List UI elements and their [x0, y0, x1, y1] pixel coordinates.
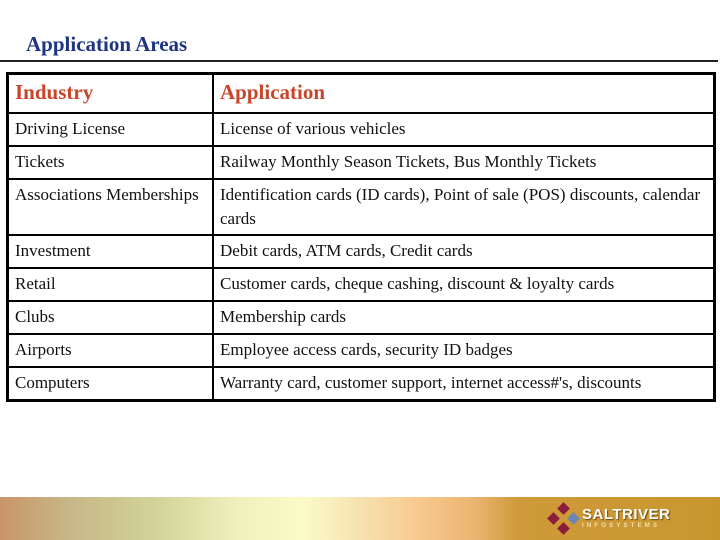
industry-cell: Clubs [6, 300, 214, 335]
table-row: Associations Memberships Identification … [6, 178, 716, 236]
industry-cell: Driving License [6, 112, 214, 147]
diamond-logo-icon [547, 502, 580, 535]
title-divider [0, 60, 718, 62]
table-row: Retail Customer cards, cheque cashing, d… [6, 267, 716, 302]
application-cell: Identification cards (ID cards), Point o… [212, 178, 716, 236]
header-application: Application [212, 72, 716, 114]
logo-subtitle: INFOSYSTEMS [582, 522, 661, 529]
application-cell: Membership cards [212, 300, 716, 335]
company-logo: SALTRIVER INFOSYSTEMS [547, 500, 698, 536]
industry-cell: Investment [6, 234, 214, 269]
application-areas-table: Industry Application Driving License Lic… [6, 72, 716, 402]
industry-cell: Computers [6, 366, 214, 402]
industry-cell: Retail [6, 267, 214, 302]
slide-title: Application Areas [26, 32, 188, 56]
table-row: Airports Employee access cards, security… [6, 333, 716, 368]
table-row: Investment Debit cards, ATM cards, Credi… [6, 234, 716, 269]
table-header-row: Industry Application [6, 72, 716, 114]
industry-cell: Associations Memberships [6, 178, 214, 236]
table-row: Driving License License of various vehic… [6, 112, 716, 147]
table-row: Computers Warranty card, customer suppor… [6, 366, 716, 402]
application-cell: Warranty card, customer support, interne… [212, 366, 716, 402]
header-industry: Industry [6, 72, 214, 114]
table-row: Tickets Railway Monthly Season Tickets, … [6, 145, 716, 180]
application-cell: Debit cards, ATM cards, Credit cards [212, 234, 716, 269]
industry-cell: Tickets [6, 145, 214, 180]
application-cell: Employee access cards, security ID badge… [212, 333, 716, 368]
industry-cell: Airports [6, 333, 214, 368]
application-cell: License of various vehicles [212, 112, 716, 147]
logo-name: SALTRIVER [582, 505, 671, 523]
application-cell: Railway Monthly Season Tickets, Bus Mont… [212, 145, 716, 180]
application-cell: Customer cards, cheque cashing, discount… [212, 267, 716, 302]
table-row: Clubs Membership cards [6, 300, 716, 335]
